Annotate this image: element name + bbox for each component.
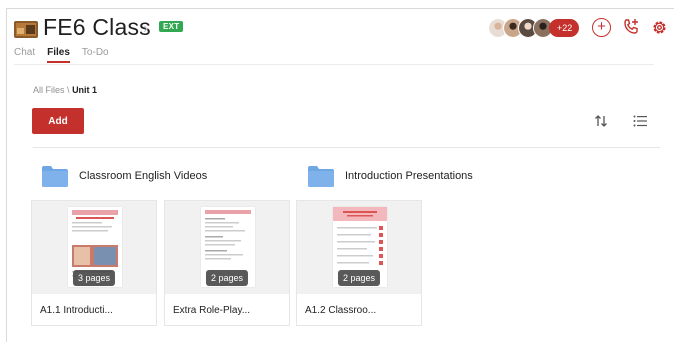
page-count-badge: 2 pages (205, 270, 249, 286)
sort-icon[interactable] (593, 113, 609, 129)
file-thumbnail: 2 pages (297, 201, 421, 294)
member-avatars[interactable]: +22 (488, 18, 580, 38)
file-name: Extra Role-Play... (173, 305, 251, 316)
file-card[interactable]: 2 pages A1.2 Classroo... (296, 200, 422, 326)
tab-files[interactable]: Files (47, 47, 70, 63)
folder-icon (42, 166, 68, 187)
header-divider (14, 64, 654, 65)
folder-item[interactable]: Classroom English Videos (42, 160, 207, 192)
folder-icon (308, 166, 334, 187)
call-add-icon[interactable] (622, 18, 640, 36)
breadcrumb-current: Unit 1 (72, 85, 98, 95)
file-thumbnail: 2 pages (165, 201, 289, 294)
class-avatar-icon (14, 21, 38, 38)
tab-bar: Chat Files To-Do (14, 47, 109, 63)
class-title: FE6 Class (43, 14, 151, 40)
breadcrumb-separator: \ (67, 85, 70, 95)
file-card[interactable]: 2 pages Extra Role-Play... (164, 200, 290, 326)
tab-todo[interactable]: To-Do (82, 47, 109, 62)
file-name: A1.1 Introducti... (40, 305, 113, 316)
content-divider (33, 147, 660, 148)
page-count-badge: 3 pages (72, 270, 116, 286)
file-card[interactable]: 3 pages A1.1 Introducti... (31, 200, 157, 326)
breadcrumb-root[interactable]: All Files (33, 85, 65, 95)
member-count-badge[interactable]: +22 (549, 19, 580, 37)
tab-chat[interactable]: Chat (14, 47, 35, 62)
chevron-right-icon[interactable]: › (143, 20, 148, 38)
add-button[interactable]: Add (32, 108, 84, 134)
ext-badge: EXT (159, 21, 184, 32)
file-name: A1.2 Classroo... (305, 305, 377, 316)
gear-icon[interactable] (651, 19, 668, 36)
file-thumbnail: 3 pages (32, 201, 156, 294)
page-count-badge: 2 pages (337, 270, 381, 286)
folder-item[interactable]: Introduction Presentations (308, 160, 473, 192)
add-member-button[interactable]: + (592, 18, 611, 37)
breadcrumb: All Files \ Unit 1 (33, 85, 97, 95)
folder-name: Classroom English Videos (79, 170, 208, 182)
list-view-icon[interactable] (632, 113, 648, 129)
folder-name: Introduction Presentations (345, 170, 473, 182)
